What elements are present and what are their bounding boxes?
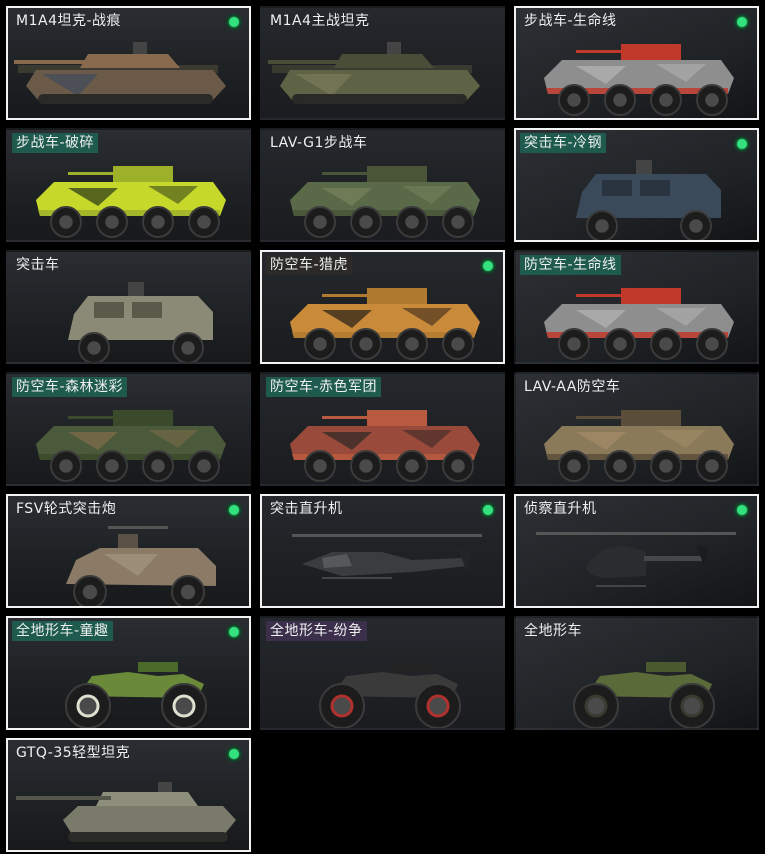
vehicle-name: GTQ-35轻型坦克 bbox=[16, 745, 131, 761]
vehicle-name: FSV轮式突击炮 bbox=[16, 501, 117, 517]
vehicle-card[interactable]: 步战车-破碎 bbox=[6, 128, 251, 242]
owned-indicator-icon bbox=[226, 746, 242, 762]
vehicle-card[interactable]: 突击直升机 bbox=[260, 494, 505, 608]
vehicle-card[interactable]: GTQ-35轻型坦克 bbox=[6, 738, 251, 852]
vehicle-name: 步战车-生命线 bbox=[524, 13, 617, 29]
owned-indicator-icon bbox=[734, 502, 750, 518]
vehicle-name: 步战车-破碎 bbox=[12, 133, 99, 153]
vehicle-card[interactable]: 防空车-赤色军团 bbox=[260, 372, 505, 486]
vehicle-name: M1A4主战坦克 bbox=[270, 13, 370, 29]
owned-indicator-icon bbox=[226, 14, 242, 30]
owned-indicator-icon bbox=[480, 502, 496, 518]
vehicle-card[interactable]: 全地形车 bbox=[514, 616, 759, 730]
owned-indicator-icon bbox=[226, 624, 242, 640]
vehicle-card[interactable]: 防空车-猎虎 bbox=[260, 250, 505, 364]
vehicle-name: 防空车-生命线 bbox=[520, 255, 621, 275]
vehicle-name: LAV-G1步战车 bbox=[270, 135, 368, 151]
vehicle-name: 防空车-森林迷彩 bbox=[12, 377, 128, 397]
owned-indicator-icon bbox=[480, 258, 496, 274]
vehicle-card[interactable]: 防空车-森林迷彩 bbox=[6, 372, 251, 486]
owned-indicator-icon bbox=[226, 502, 242, 518]
vehicle-card[interactable]: LAV-AA防空车 bbox=[514, 372, 759, 486]
owned-indicator-icon bbox=[734, 136, 750, 152]
vehicle-name: 突击直升机 bbox=[270, 501, 343, 517]
vehicle-card[interactable]: 全地形车-纷争 bbox=[260, 616, 505, 730]
vehicle-grid: M1A4坦克-战痕 M1A4主战坦克 步战车-生命线 步战车-破碎 LAV-G1… bbox=[6, 6, 759, 852]
vehicle-name: LAV-AA防空车 bbox=[524, 379, 621, 395]
vehicle-card[interactable]: 突击车 bbox=[6, 250, 251, 364]
vehicle-card[interactable]: LAV-G1步战车 bbox=[260, 128, 505, 242]
vehicle-card[interactable]: 全地形车-童趣 bbox=[6, 616, 251, 730]
vehicle-card[interactable]: 侦察直升机 bbox=[514, 494, 759, 608]
vehicle-card[interactable]: FSV轮式突击炮 bbox=[6, 494, 251, 608]
vehicle-name: 全地形车-童趣 bbox=[12, 621, 113, 641]
vehicle-card[interactable]: M1A4坦克-战痕 bbox=[6, 6, 251, 120]
vehicle-name: 全地形车-纷争 bbox=[266, 621, 367, 641]
vehicle-name: 突击车-冷钢 bbox=[520, 133, 607, 153]
vehicle-card[interactable]: 突击车-冷钢 bbox=[514, 128, 759, 242]
vehicle-card[interactable]: M1A4主战坦克 bbox=[260, 6, 505, 120]
vehicle-name: 侦察直升机 bbox=[524, 501, 597, 517]
vehicle-name: M1A4坦克-战痕 bbox=[16, 13, 122, 29]
vehicle-name: 防空车-猎虎 bbox=[266, 255, 353, 275]
vehicle-card[interactable]: 步战车-生命线 bbox=[514, 6, 759, 120]
vehicle-name: 防空车-赤色军团 bbox=[266, 377, 382, 397]
vehicle-name: 突击车 bbox=[16, 257, 60, 273]
vehicle-name: 全地形车 bbox=[524, 623, 582, 639]
vehicle-card[interactable]: 防空车-生命线 bbox=[514, 250, 759, 364]
owned-indicator-icon bbox=[734, 14, 750, 30]
